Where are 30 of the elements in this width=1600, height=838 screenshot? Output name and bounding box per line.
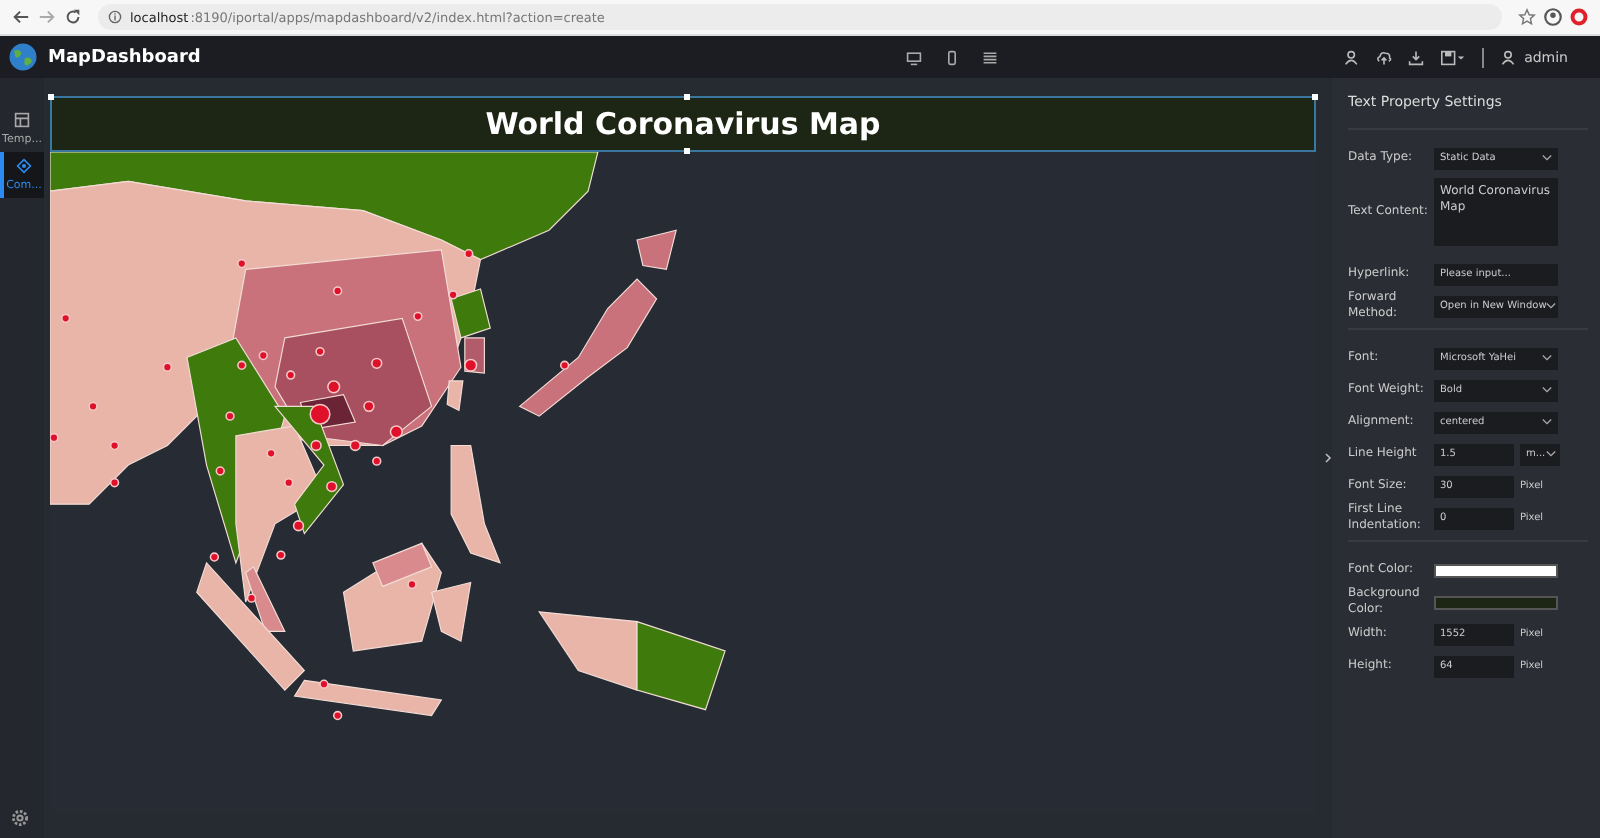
- globe-icon: [8, 42, 38, 72]
- user-icon[interactable]: [1500, 49, 1517, 65]
- caret-icon: [1546, 302, 1557, 310]
- ring-icon[interactable]: [1570, 8, 1588, 26]
- title-banner[interactable]: World Coronavirus Map: [50, 96, 1316, 152]
- app-name: MapDashboard: [48, 47, 201, 67]
- diamond-icon: [16, 158, 32, 174]
- layout-icon: [14, 112, 30, 128]
- collapse-handle[interactable]: [1324, 452, 1332, 464]
- info-icon: [108, 10, 122, 24]
- color-swatch[interactable]: [1434, 595, 1558, 609]
- download-icon[interactable]: [1408, 49, 1425, 65]
- back-icon[interactable]: [12, 8, 30, 26]
- phone-icon[interactable]: [944, 49, 961, 65]
- monitor-icon[interactable]: [906, 49, 923, 65]
- caret-icon: [1542, 418, 1552, 426]
- reload-icon[interactable]: [64, 8, 82, 26]
- account-icon[interactable]: [1544, 8, 1562, 26]
- user-icon[interactable]: [1344, 49, 1361, 65]
- cloud-upload-icon[interactable]: [1376, 49, 1393, 65]
- star-icon[interactable]: [1518, 8, 1536, 26]
- caret-icon: [1542, 354, 1552, 362]
- caret-icon: [1542, 386, 1552, 394]
- save-icon[interactable]: [1440, 49, 1467, 65]
- color-swatch[interactable]: [1434, 563, 1558, 577]
- map-title: World Coronavirus Map: [485, 106, 881, 142]
- caret-icon: [1545, 450, 1556, 458]
- caret-icon: [1542, 154, 1552, 162]
- settings-icon[interactable]: [10, 808, 30, 828]
- list-icon[interactable]: [982, 49, 999, 65]
